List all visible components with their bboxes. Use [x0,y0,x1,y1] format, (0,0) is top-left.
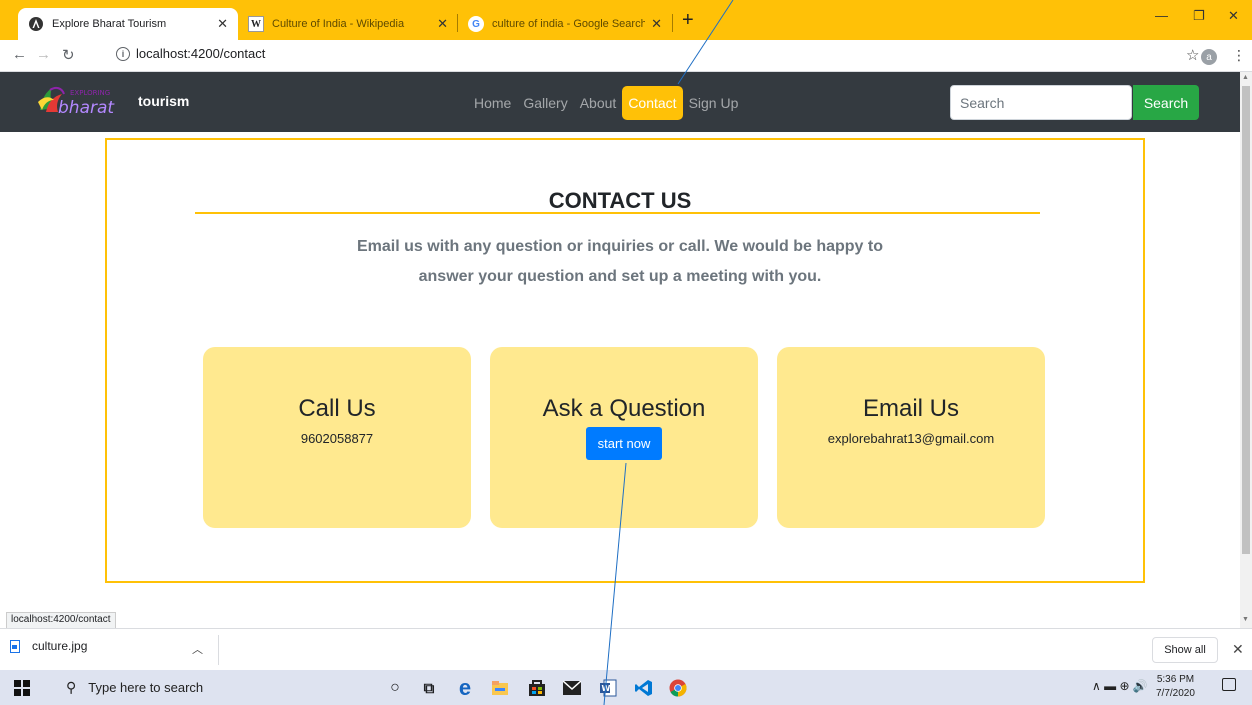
forward-icon[interactable]: → [36,46,51,63]
nav-gallery[interactable]: Gallery [517,86,573,120]
cortana-icon[interactable]: ○ [384,677,406,699]
download-item[interactable]: culture.jpg [10,639,87,653]
address-bar: ← → ↻ i localhost:4200/contact ☆ a ⋮ [0,40,1252,72]
svg-text:EXPLORING: EXPLORING [70,89,110,97]
scroll-down-icon[interactable]: ▼ [1242,616,1249,623]
tab-title: culture of india - Google Search [492,18,646,30]
lead-line-1: Email us with any question or inquiries … [357,238,883,255]
close-window-icon[interactable]: ✕ [1228,8,1239,24]
notification-icon[interactable] [1222,678,1236,691]
main-nav: Home Gallery About Contact Sign Up [468,86,744,120]
card-title: Ask a Question [542,395,706,422]
new-tab-icon[interactable]: + [682,10,694,30]
info-icon[interactable]: i [116,46,130,61]
url-text: localhost:4200/contact [136,46,266,61]
url-field[interactable]: i localhost:4200/contact [116,46,265,61]
contact-lead: Email us with any question or inquiries … [0,232,1240,292]
taskbar-clock[interactable]: 5:36 PM 7/7/2020 [1156,673,1195,701]
email-address: explorebahrat13@gmail.com [827,431,995,446]
windows-taskbar: ⚲ Type here to search ○ ⧉ e W ∧ ▬ ⊕ 🔊 5:… [0,670,1252,705]
start-now-button[interactable]: start now [585,427,663,460]
nav-sign-up[interactable]: Sign Up [683,86,745,120]
divider [218,635,219,665]
clock-date: 7/7/2020 [1156,688,1195,699]
mail-icon[interactable] [561,677,583,699]
close-tab-icon[interactable]: ✕ [651,16,662,32]
tab-wikipedia[interactable]: W Culture of India - Wikipedia ✕ [238,8,458,40]
word-icon[interactable]: W [597,677,619,699]
site-navbar: EXPLORING bharat tourism Home Gallery Ab… [0,72,1240,132]
scroll-up-icon[interactable]: ▲ [1242,74,1249,81]
angular-icon [28,16,44,32]
nav-home[interactable]: Home [468,86,517,120]
phone-number: 9602058877 [300,431,374,446]
card-title: Call Us [298,395,376,422]
close-tab-icon[interactable]: ✕ [217,16,228,32]
card-title: Email Us [862,395,959,422]
vscode-icon[interactable] [633,677,655,699]
scroll-thumb[interactable] [1242,86,1250,554]
reload-icon[interactable]: ↻ [62,46,75,64]
page-scrollbar[interactable]: ▲ ▼ [1240,72,1252,628]
minimize-icon[interactable]: — [1155,8,1168,23]
ask-question-card: Ask a Question start now [490,347,758,528]
nav-about[interactable]: About [574,86,623,120]
tab-google-search[interactable]: G culture of india - Google Search ✕ [458,8,672,40]
system-tray[interactable]: ∧ ▬ ⊕ 🔊 [1092,679,1148,693]
taskbar-search[interactable]: ⚲ Type here to search [46,670,362,705]
edge-icon[interactable]: e [454,675,476,700]
wikipedia-icon: W [248,16,264,32]
status-url: localhost:4200/contact [6,612,116,628]
close-tab-icon[interactable]: ✕ [437,16,448,32]
menu-kebab-icon[interactable]: ⋮ [1232,47,1246,64]
bookmark-star-icon[interactable]: ☆ [1186,46,1199,64]
chrome-icon[interactable] [667,677,689,699]
tab-separator [672,14,673,32]
image-file-icon [10,639,20,653]
back-icon[interactable]: ← [12,46,27,63]
clock-time: 5:36 PM [1156,674,1195,685]
chevron-up-icon[interactable]: ︿ [192,641,203,657]
show-all-button[interactable]: Show all [1152,637,1218,663]
tab-explore-bharat[interactable]: Explore Bharat Tourism ✕ [18,8,238,40]
page-title: CONTACT US [548,188,692,213]
restore-icon[interactable]: ❐ [1193,8,1205,24]
site-search-input[interactable]: Search [950,85,1132,120]
profile-avatar[interactable]: a [1201,49,1217,65]
site-logo[interactable]: EXPLORING bharat [36,82,132,118]
task-view-icon[interactable]: ⧉ [418,677,440,699]
lead-line-2: answer your question and set up a meetin… [418,268,822,285]
tab-title: Explore Bharat Tourism [52,18,167,30]
store-icon[interactable] [526,677,548,699]
tab-title: Culture of India - Wikipedia [272,18,405,30]
site-search-button[interactable]: Search [1133,85,1199,120]
search-icon: ⚲ [66,679,77,695]
email-us-card: Email Us explorebahrat13@gmail.com [777,347,1045,528]
taskbar-search-text: Type here to search [88,680,204,695]
call-us-card: Call Us 9602058877 [203,347,471,528]
brand-name[interactable]: tourism [138,93,189,109]
svg-text:W: W [602,684,611,693]
nav-contact[interactable]: Contact [622,86,683,120]
title-underline [195,212,1040,214]
download-filename: culture.jpg [32,639,88,653]
svg-text:bharat: bharat [58,98,115,118]
browser-tab-strip: Explore Bharat Tourism ✕ W Culture of In… [0,0,1252,40]
download-bar: culture.jpg ︿ Show all ✕ [0,628,1252,670]
windows-start-icon[interactable] [14,680,30,696]
contact-page: CONTACT US Email us with any question or… [0,132,1240,606]
google-icon: G [468,16,484,32]
close-download-bar-icon[interactable]: ✕ [1232,641,1244,658]
file-explorer-icon[interactable] [489,677,511,699]
